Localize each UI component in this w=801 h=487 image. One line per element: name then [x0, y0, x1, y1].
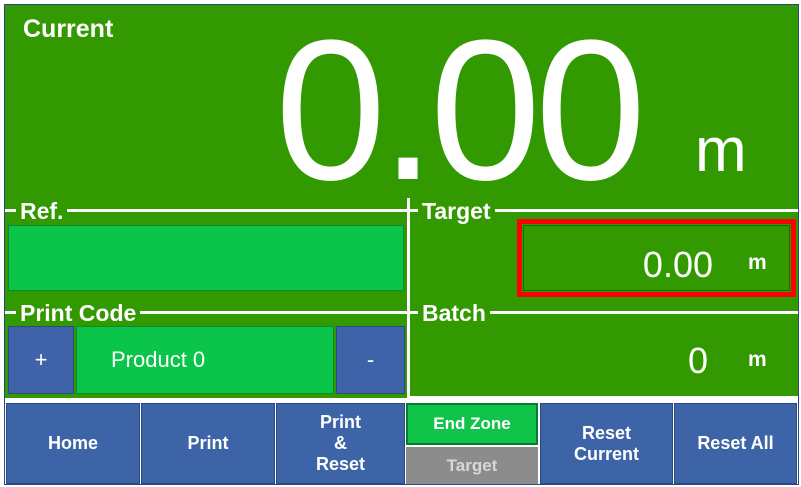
- print-code-minus-button[interactable]: -: [336, 326, 405, 394]
- batch-unit: m: [748, 348, 767, 371]
- target-value: 0.00: [642, 244, 713, 285]
- bottom-divider: [410, 396, 798, 399]
- vertical-divider: [407, 198, 410, 398]
- print-code-field[interactable]: Product 0: [76, 326, 334, 394]
- print-reset-button[interactable]: Print & Reset: [276, 403, 405, 484]
- print-button-label: Print: [187, 433, 229, 453]
- current-value: 0.00: [275, 0, 646, 222]
- current-unit: m: [695, 116, 747, 185]
- print-reset-line1: Print: [319, 412, 361, 432]
- target-button: Target: [406, 447, 538, 484]
- print-code-label: Print Code: [16, 301, 141, 325]
- app-window: Current 0.00 m Ref. Target Print Code Ba…: [0, 0, 801, 487]
- end-zone-button[interactable]: End Zone: [406, 403, 538, 445]
- print-reset-line3: Reset: [315, 454, 366, 474]
- current-label: Current: [23, 15, 114, 43]
- print-reset-line2: &: [334, 433, 347, 453]
- print-code-value: Product 0: [111, 347, 206, 372]
- target-button-label: Target: [446, 455, 498, 475]
- batch-label: Batch: [418, 301, 490, 325]
- end-zone-label: End Zone: [433, 414, 511, 433]
- reset-current-button[interactable]: Reset Current: [540, 403, 673, 484]
- home-button-label: Home: [47, 433, 98, 453]
- ref-label: Ref.: [16, 199, 68, 223]
- ref-input[interactable]: [8, 225, 404, 291]
- print-code-plus-button[interactable]: +: [8, 326, 74, 394]
- reset-current-line1: Reset: [581, 422, 632, 443]
- reset-current-line2: Current: [573, 443, 639, 464]
- reset-all-label: Reset All: [697, 433, 774, 453]
- reset-all-button[interactable]: Reset All: [674, 403, 797, 484]
- target-label: Target: [418, 199, 495, 223]
- batch-value: 0: [688, 340, 709, 381]
- home-button[interactable]: Home: [6, 403, 140, 484]
- print-button[interactable]: Print: [141, 403, 275, 484]
- target-unit: m: [748, 251, 767, 274]
- current-panel: Current 0.00 m: [5, 5, 798, 211]
